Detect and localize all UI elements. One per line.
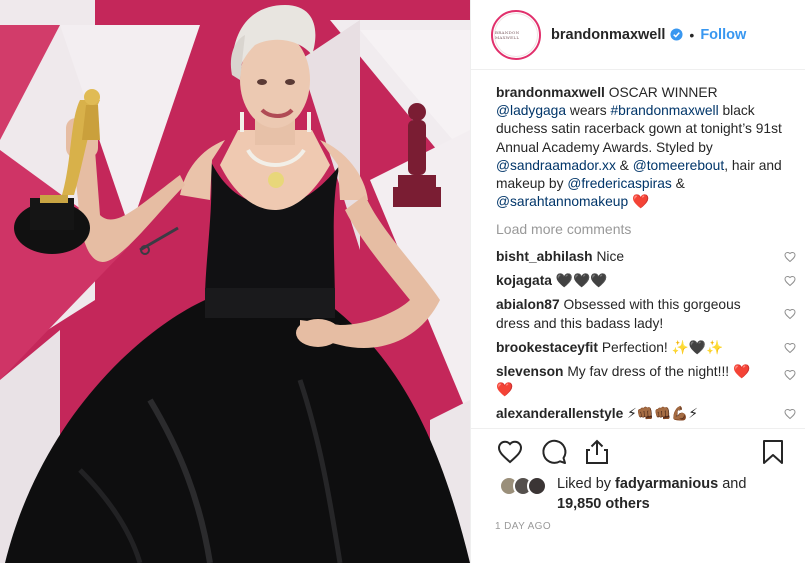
post-header: BRANDON MAXWELL brandonmaxwell • Follow	[471, 0, 805, 70]
mention-link[interactable]: @tomeerebout	[633, 158, 724, 173]
speech-bubble-icon[interactable]	[540, 438, 568, 466]
liker-username[interactable]: fadyarmanious	[615, 476, 718, 492]
hashtag-link[interactable]: #brandonmaxwell	[611, 103, 719, 118]
comment-like-heart-icon[interactable]	[784, 408, 796, 420]
verified-badge-icon	[670, 28, 683, 41]
caption-text: ❤️	[628, 194, 650, 210]
comment-item: kojagata 🖤🖤🖤	[496, 272, 796, 290]
liker-avatars	[499, 476, 555, 498]
caption-text: wears	[566, 103, 611, 119]
comment-like-heart-icon[interactable]	[784, 308, 796, 320]
comment-item: slevenson My fav dress of the night!!! ❤…	[496, 363, 796, 399]
comment-text: Nice	[592, 249, 625, 264]
photo-illustration	[0, 0, 470, 563]
comment-username[interactable]: kojagata	[496, 273, 552, 288]
caption-text: OSCAR WINNER	[604, 85, 718, 100]
comment-username[interactable]: alexanderallenstyle	[496, 406, 623, 421]
comment-item: abialon87 Obsessed with this gorgeous dr…	[496, 296, 796, 332]
likes-summary: Liked by fadyarmanious and 19,850 others	[499, 474, 799, 514]
caption-username[interactable]: brandonmaxwell	[496, 85, 605, 100]
avatar-inner: BRANDON MAXWELL	[494, 12, 538, 57]
avatar[interactable]: BRANDON MAXWELL	[491, 9, 541, 60]
comment-username[interactable]: slevenson	[496, 364, 563, 379]
mention-link[interactable]: @fredericaspiras	[567, 176, 672, 191]
load-more-comments-button[interactable]: Load more comments	[496, 221, 631, 237]
share-upload-icon[interactable]	[583, 438, 611, 466]
bookmark-icon[interactable]	[759, 438, 787, 466]
mention-link[interactable]: @sarahtannomakeup	[496, 194, 628, 209]
comment-like-heart-icon[interactable]	[784, 369, 796, 381]
comment-username[interactable]: abialon87	[496, 297, 560, 312]
avatar-logo-text: BRANDON MAXWELL	[495, 29, 520, 40]
mention-link[interactable]: @sandraamador.xx	[496, 158, 616, 173]
caption-text: &	[615, 157, 633, 173]
comment-item: brookestaceyfit Perfection! ✨🖤✨	[496, 339, 796, 357]
comment-text: Perfection! ✨🖤✨	[597, 339, 724, 355]
comment-item: bisht_abhilash Nice	[496, 248, 796, 266]
post-username[interactable]: brandonmaxwell	[551, 27, 665, 43]
caption-text: &	[671, 176, 685, 192]
comment-text: ⚡👊🏾👊🏾💪🏾⚡	[623, 406, 699, 422]
comment-text: 🖤🖤🖤	[551, 273, 608, 289]
comment-like-heart-icon[interactable]	[784, 251, 796, 263]
likes-middle: and	[718, 476, 747, 492]
post-caption: brandonmaxwell OSCAR WINNER @ladygaga we…	[496, 84, 786, 211]
comment-item: alexanderallenstyle ⚡👊🏾👊🏾💪🏾⚡	[496, 405, 796, 423]
likes-count-text: Liked by fadyarmanious and 19,850 others	[557, 474, 777, 514]
post-timestamp[interactable]: 1 DAY AGO	[495, 521, 551, 532]
comment-like-heart-icon[interactable]	[784, 275, 796, 287]
mention-link[interactable]: @ladygaga	[496, 103, 566, 118]
post-details-panel: BRANDON MAXWELL brandonmaxwell • Follow …	[470, 0, 805, 563]
comment-username[interactable]: brookestaceyfit	[496, 340, 598, 355]
follow-button[interactable]: Follow	[700, 27, 746, 43]
comment-like-heart-icon[interactable]	[784, 342, 796, 354]
heart-outline-icon[interactable]	[496, 438, 524, 466]
likes-others-link[interactable]: 19,850 others	[557, 496, 650, 512]
separator-dot: •	[689, 26, 695, 43]
likes-prefix: Liked by	[557, 476, 616, 492]
comments-list: bisht_abhilash Nice kojagata 🖤🖤🖤 abialon…	[496, 248, 796, 424]
post-photo[interactable]	[0, 0, 470, 563]
avatar	[527, 476, 547, 496]
post-action-bar	[471, 428, 805, 478]
comment-username[interactable]: bisht_abhilash	[496, 249, 593, 264]
